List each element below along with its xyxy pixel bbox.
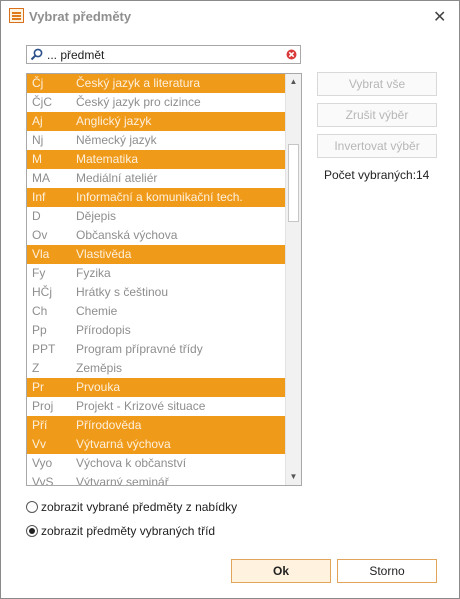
search-value: ... předmět [47,48,105,62]
list-item[interactable]: ČjC Český jazyk pro cizince [27,93,285,112]
cancel-button[interactable]: Storno [337,559,437,583]
scroll-down-icon[interactable]: ▼ [286,469,301,485]
subject-name: Chemie [76,304,118,318]
subject-name: Matematika [76,152,139,166]
list-scrollbar[interactable]: ▲ ▼ [285,74,301,485]
scroll-thumb[interactable] [288,144,299,222]
subject-list[interactable]: Čj Český jazyk a literatura ČjC Český jazyk… [26,73,302,486]
subject-code: HČj [32,285,52,299]
subject-name: Dějepis [76,209,117,223]
list-item[interactable]: Vyo Výchova k občanství [27,454,285,473]
subject-name: Hrátky s češtinou [76,285,169,299]
subject-name: Výtvarná výchova [76,437,171,451]
select-all-button[interactable]: Vybrat vše [317,72,437,96]
list-item[interactable]: Z Zeměpis [27,359,285,378]
radio-dot[interactable] [26,525,38,537]
window-title: Vybrat předměty [29,9,132,24]
search-input[interactable]: ... předmět [26,45,301,64]
list-item[interactable]: Aj Anglický jazyk [27,112,285,131]
subject-code: Vv [32,437,47,451]
subject-name: Vlastivěda [76,247,132,261]
scroll-up-icon[interactable]: ▲ [286,74,301,90]
clear-icon[interactable] [286,49,297,63]
selected-count: Počet vybraných: 14 [324,168,429,182]
title-bar: Vybrat předměty ✕ [1,1,459,31]
subject-code: Pr [32,380,44,394]
list-item[interactable]: MA Mediální ateliér [27,169,285,188]
selected-count-label: Počet vybraných: [324,168,417,182]
subject-name: Mediální ateliér [76,171,158,185]
deselect-button[interactable]: Zrušit výběr [317,103,437,127]
subject-code: Fy [32,266,46,280]
subject-code: VyS [32,475,54,486]
subject-name: Výtvarný seminář [76,475,169,486]
subject-name: Přírodopis [76,323,131,337]
subject-code: Inf [32,190,46,204]
subject-name: Projekt - Krizové situace [76,399,206,413]
subject-code: Pří [32,418,48,432]
list-item[interactable]: PPT Program přípravné třídy [27,340,285,359]
subject-code: Nj [32,133,44,147]
subject-code: Proj [32,399,54,413]
subject-code: Pp [32,323,47,337]
subject-code: Z [32,361,40,375]
subject-code: Ch [32,304,48,318]
subject-code: ČjC [32,95,52,109]
subject-name: Český jazyk pro cizince [76,95,201,109]
subject-code: Vyo [32,456,53,470]
subject-name: Prvouka [76,380,121,394]
list-item[interactable]: Inf Informační a komunikační tech. [27,188,285,207]
invert-selection-button[interactable]: Invertovat výběr [317,134,437,158]
list-item[interactable]: Čj Český jazyk a literatura [27,74,285,93]
search-icon [30,48,43,64]
radio-label: zobrazit vybrané předměty z nabídky [41,500,238,514]
ok-button[interactable]: Ok [231,559,331,583]
subject-code: D [32,209,41,223]
subject-name: Občanská výchova [76,228,178,242]
list-item[interactable]: VyS Výtvarný seminář [27,473,285,486]
subject-name: Program přípravné třídy [76,342,203,356]
subject-code: PPT [32,342,56,356]
list-item[interactable]: Ch Chemie [27,302,285,321]
subject-name: Český jazyk a literatura [76,76,201,90]
subject-rows: Čj Český jazyk a literatura ČjC Český jazyk… [27,74,285,486]
subject-name: Anglický jazyk [76,114,152,128]
list-item[interactable]: M Matematika [27,150,285,169]
subject-code: MA [32,171,50,185]
list-item[interactable]: Ov Občanská výchova [27,226,285,245]
list-item[interactable]: D Dějepis [27,207,285,226]
list-item[interactable]: Pp Přírodopis [27,321,285,340]
subject-name: Přírodověda [76,418,142,432]
subject-name: Zeměpis [76,361,123,375]
subject-code: Čj [32,76,44,90]
list-item[interactable]: Proj Projekt - Krizové situace [27,397,285,416]
app-icon [9,8,24,23]
subject-code: Ov [32,228,48,242]
subject-code: Aj [32,114,43,128]
list-item[interactable]: Vla Vlastivěda [27,245,285,264]
radio-dot[interactable] [26,501,38,513]
selected-count-value: 14 [416,168,430,182]
list-item[interactable]: Nj Německý jazyk [27,131,285,150]
radio-label: zobrazit předměty vybraných tříd [41,524,216,538]
list-item[interactable]: HČj Hrátky s češtinou [27,283,285,302]
list-item[interactable]: Pří Přírodověda [27,416,285,435]
subject-name: Výchova k občanství [76,456,187,470]
list-item[interactable]: Fy Fyzika [27,264,285,283]
subject-name: Fyzika [76,266,111,280]
subject-code: M [32,152,42,166]
close-icon[interactable]: ✕ [433,7,446,27]
subject-name: Informační a komunikační tech. [76,190,243,204]
subject-name: Německý jazyk [76,133,157,147]
dialog-window: Vybrat předměty ✕ ... předmět Čj Český ja… [0,0,460,599]
list-item[interactable]: Vv Výtvarná výchova [27,435,285,454]
list-item[interactable]: Pr Prvouka [27,378,285,397]
subject-code: Vla [32,247,50,261]
